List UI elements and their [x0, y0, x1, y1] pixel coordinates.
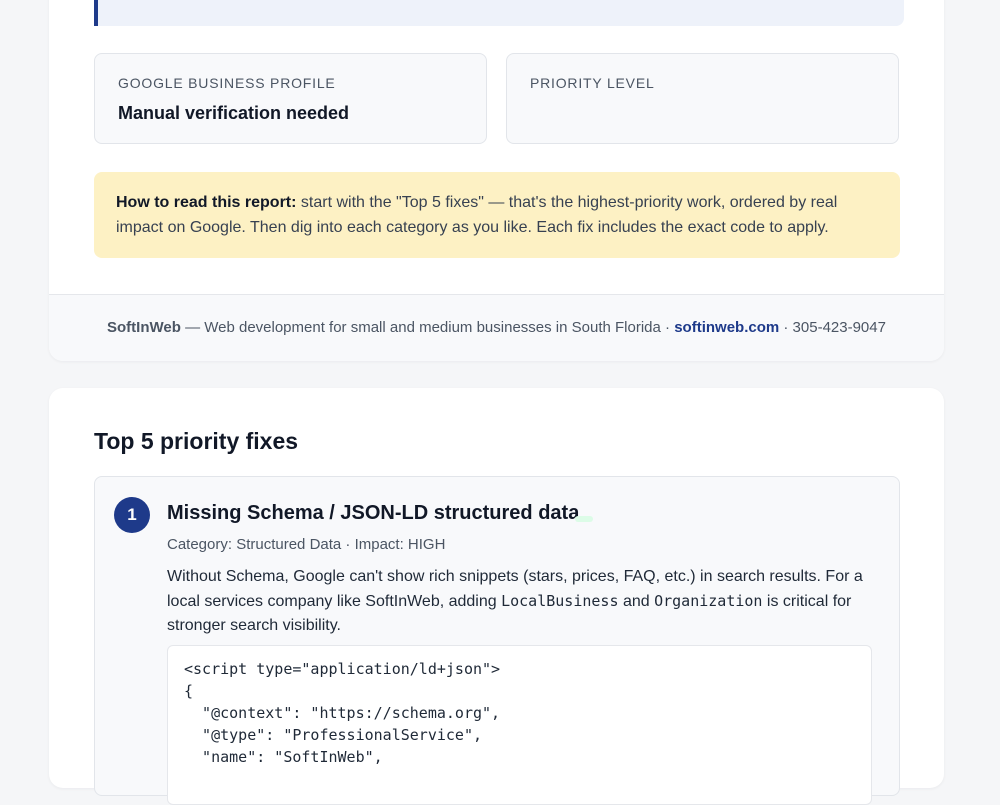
footer-brand: SoftInWeb: [107, 319, 181, 336]
fix-number-badge: 1: [114, 497, 150, 533]
gbp-value: Manual verification needed: [118, 103, 350, 123]
priority-level-box: PRIORITY LEVEL: [506, 53, 899, 144]
how-to-read-notice: How to read this report: start with the …: [94, 172, 900, 258]
inline-code-localbusiness: LocalBusiness: [501, 592, 619, 610]
fix-title: Missing Schema / JSON-LD structured data: [167, 502, 580, 524]
footer-tagline: — Web development for small and medium b…: [180, 319, 675, 336]
how-to-read-lead: How to read this report:: [116, 194, 297, 211]
priority-label: PRIORITY LEVEL: [530, 75, 655, 91]
fix-description: Without Schema, Google can't show rich s…: [167, 565, 877, 638]
footer-website-link[interactable]: softinweb.com: [674, 319, 779, 336]
fix-meta: Category: Structured Data · Impact: HIGH: [167, 536, 446, 553]
top-fixes-card: Top 5 priority fixes 1 Missing Schema / …: [49, 388, 944, 805]
inline-code-organization: Organization: [654, 592, 763, 610]
impact-badge: [575, 516, 593, 522]
fix-desc-part: and: [618, 593, 655, 610]
report-summary-card: GOOGLE BUSINESS PROFILE Manual verificat…: [49, 0, 944, 361]
footer-phone: · 305-423-9047: [779, 319, 886, 336]
gbp-label: GOOGLE BUSINESS PROFILE: [118, 75, 336, 91]
google-business-profile-box: GOOGLE BUSINESS PROFILE Manual verificat…: [94, 53, 487, 144]
summary-callout: [94, 0, 904, 26]
fix-item: 1 Missing Schema / JSON-LD structured da…: [94, 476, 900, 805]
report-footer: SoftInWeb — Web development for small an…: [49, 294, 944, 361]
code-snippet[interactable]: <script type="application/ld+json"> { "@…: [167, 645, 872, 805]
section-title: Top 5 priority fixes: [94, 428, 299, 454]
